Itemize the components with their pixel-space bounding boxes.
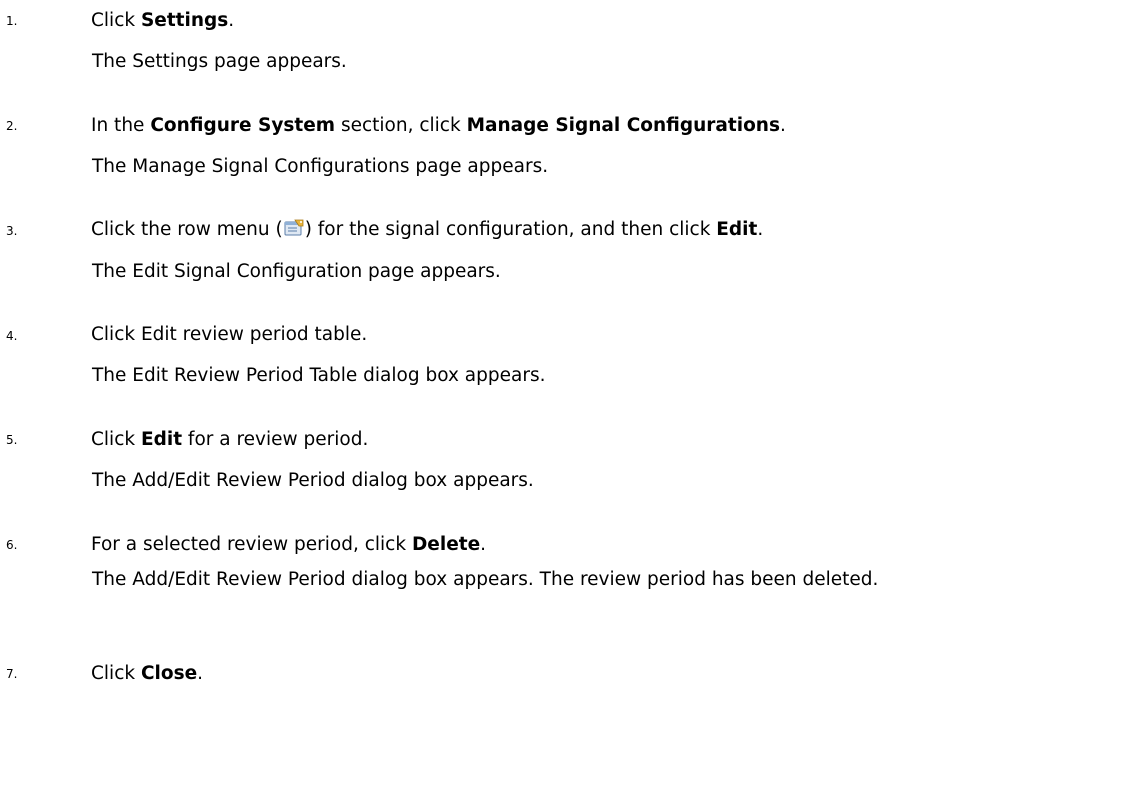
- step-number: 1.: [6, 14, 18, 28]
- instruction-text: section, click: [335, 115, 467, 136]
- instruction-text: Click: [91, 429, 141, 450]
- step-result: The Edit Review Period Table dialog box …: [92, 365, 546, 386]
- instruction-text: .: [757, 219, 764, 240]
- row-menu-icon: [284, 219, 304, 237]
- step-number: 4.: [6, 329, 18, 343]
- instruction-text: .: [480, 534, 487, 555]
- step-number: 3.: [6, 224, 18, 238]
- step-instruction: In the Configure System section, click M…: [91, 115, 786, 137]
- step-number: 2.: [6, 119, 18, 133]
- step-number: 6.: [6, 538, 18, 552]
- instruction-text: Click the row menu (: [91, 219, 283, 240]
- ui-term: Settings: [140, 10, 229, 31]
- instruction-text: .: [228, 10, 235, 31]
- step-number: 5.: [6, 433, 18, 447]
- instruction-text: for a review period.: [182, 429, 369, 450]
- ui-term: Edit: [716, 219, 758, 240]
- instruction-text: .: [779, 115, 786, 136]
- instruction-text: Click: [91, 10, 141, 31]
- step-result: The Add/Edit Review Period dialog box ap…: [92, 569, 879, 590]
- instruction-text: In the: [91, 115, 151, 136]
- instruction-text: Click: [91, 663, 141, 684]
- step-instruction: Click Close.: [91, 663, 203, 685]
- ui-term: Edit: [140, 429, 183, 450]
- step-instruction: For a selected review period, click Dele…: [91, 534, 486, 556]
- step-instruction: Click the row menu ( ) for the signal co…: [91, 219, 763, 241]
- ui-term: Close: [140, 663, 198, 684]
- ui-term: Delete: [411, 534, 481, 555]
- ui-term: Configure System: [150, 115, 336, 136]
- instruction-text: For a selected review period, click: [91, 534, 412, 555]
- step-instruction: Click Settings.: [91, 10, 234, 32]
- step-result: The Settings page appears.: [92, 51, 347, 72]
- step-result: The Manage Signal Configurations page ap…: [92, 156, 549, 177]
- step-result: The Add/Edit Review Period dialog box ap…: [92, 470, 534, 491]
- step-instruction: Click Edit for a review period.: [91, 429, 368, 451]
- step-instruction: Click Edit review period table.: [91, 324, 368, 345]
- ui-term: Manage Signal Configurations: [466, 115, 780, 136]
- step-result: The Edit Signal Configuration page appea…: [92, 261, 501, 282]
- step-number: 7.: [6, 667, 18, 681]
- instruction-text: ) for the signal configuration, and then…: [304, 219, 717, 240]
- instruction-text: .: [197, 663, 204, 684]
